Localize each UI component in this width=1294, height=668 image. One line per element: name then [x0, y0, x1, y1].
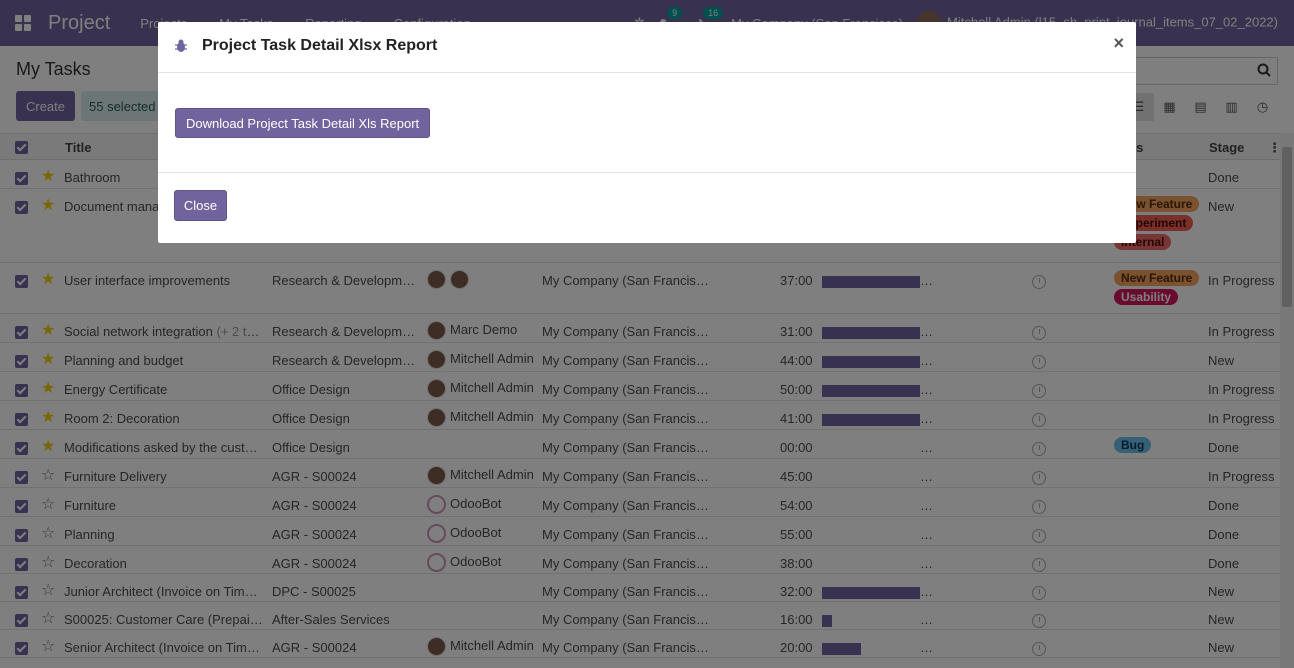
bug-icon [175, 39, 187, 52]
close-button[interactable]: Close [174, 190, 227, 221]
download-report-button[interactable]: Download Project Task Detail Xls Report [175, 108, 431, 138]
dialog-body: Download Project Task Detail Xls Report [158, 73, 1136, 173]
dialog-header: Project Task Detail Xlsx Report × [158, 22, 1136, 73]
dialog-title: Project Task Detail Xlsx Report [202, 37, 438, 54]
report-dialog: Project Task Detail Xlsx Report × Downlo… [158, 22, 1136, 243]
close-icon[interactable]: × [1113, 33, 1124, 54]
